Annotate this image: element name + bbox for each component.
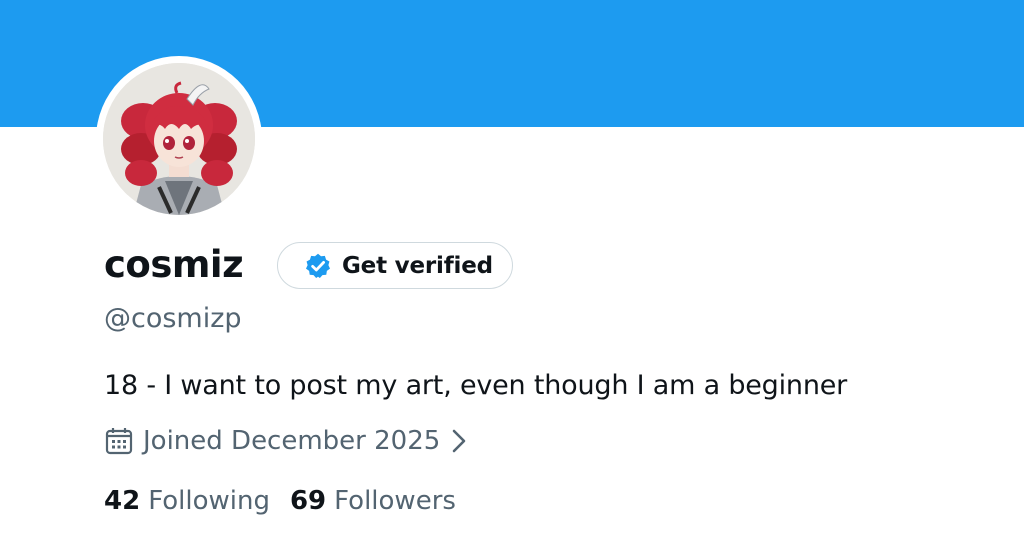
- follow-stats: 42 Following 69 Followers: [104, 483, 476, 519]
- username-handle: @cosmizp: [104, 303, 242, 334]
- verified-badge-icon: [305, 253, 331, 278]
- get-verified-button[interactable]: Get verified: [277, 242, 513, 289]
- joined-date-text: Joined December 2025: [143, 426, 441, 456]
- chevron-right-icon: [453, 429, 466, 453]
- followers-link[interactable]: 69 Followers: [290, 483, 456, 519]
- following-link[interactable]: 42 Following: [104, 483, 270, 519]
- following-label: Following: [148, 486, 270, 516]
- following-count: 42: [104, 486, 141, 516]
- profile-bio: 18 - I want to post my art, even though …: [104, 370, 848, 401]
- avatar[interactable]: [96, 56, 262, 222]
- followers-count: 69: [289, 486, 327, 516]
- followers-label: Followers: [334, 486, 456, 516]
- get-verified-label: Get verified: [342, 252, 493, 279]
- avatar-image: [103, 63, 255, 215]
- joined-date[interactable]: Joined December 2025: [104, 423, 468, 459]
- calendar-icon: [105, 428, 133, 455]
- display-name: cosmiz: [104, 243, 244, 286]
